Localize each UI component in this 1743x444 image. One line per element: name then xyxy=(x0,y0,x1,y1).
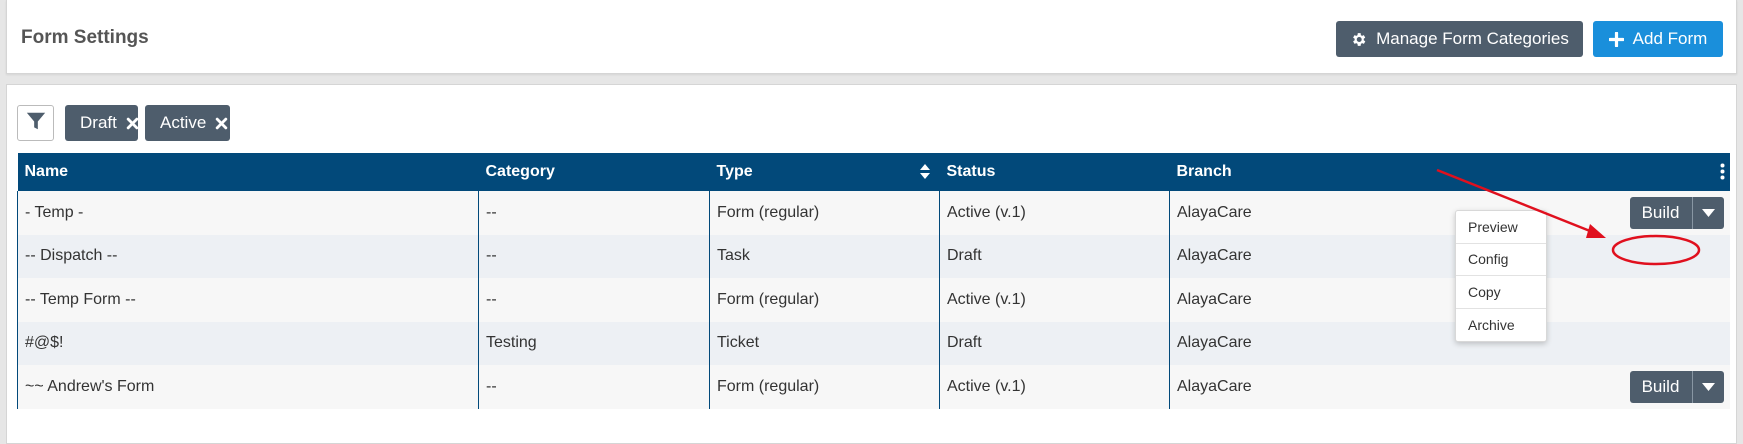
cell-branch-label: AlayaCare xyxy=(1177,377,1252,395)
cell-status: Active (v.1) xyxy=(939,191,1170,235)
filter-button[interactable] xyxy=(17,105,54,141)
cell-category: -- xyxy=(478,278,710,322)
build-split-button: Build xyxy=(1629,197,1724,229)
cell-name: -- Dispatch -- xyxy=(17,234,479,278)
manage-form-categories-label: Manage Form Categories xyxy=(1376,29,1569,48)
filter-chip-draft: Draft xyxy=(65,105,139,141)
menu-item-copy[interactable]: Copy xyxy=(1456,276,1546,309)
gear-icon xyxy=(1350,31,1367,48)
cell-type: Form (regular) xyxy=(709,191,940,235)
table-header-row: Name Category Type Status Branch xyxy=(17,153,1730,191)
cell-type: Form (regular) xyxy=(709,365,940,409)
funnel-icon xyxy=(25,110,47,137)
build-split-button: Build xyxy=(1629,371,1724,403)
cell-status: Active (v.1) xyxy=(939,278,1170,322)
column-header-category[interactable]: Category xyxy=(478,153,710,191)
column-header-status[interactable]: Status xyxy=(939,153,1170,191)
page-title: Form Settings xyxy=(21,27,149,48)
cell-branch-label: AlayaCare xyxy=(1177,203,1252,221)
cell-category: -- xyxy=(478,365,710,409)
sort-icon[interactable] xyxy=(919,164,930,184)
column-header-type[interactable]: Type xyxy=(709,153,940,191)
kebab-icon[interactable] xyxy=(1720,163,1725,185)
close-icon[interactable] xyxy=(126,117,139,130)
menu-item-archive[interactable]: Archive xyxy=(1456,309,1546,342)
cell-status: Draft xyxy=(939,321,1170,365)
column-header-branch[interactable]: Branch xyxy=(1169,153,1730,191)
cell-category: Testing xyxy=(478,321,710,365)
cell-name: ~~ Andrew's Form xyxy=(17,365,479,409)
cell-status: Active (v.1) xyxy=(939,365,1170,409)
cell-type: Ticket xyxy=(709,321,940,365)
cell-branch: AlayaCare xyxy=(1169,278,1730,322)
build-dropdown-menu: Preview Config Copy Archive xyxy=(1455,210,1547,342)
filter-chip-active: Active xyxy=(145,105,230,141)
add-form-button[interactable]: Add Form xyxy=(1593,21,1723,57)
caret-down-icon xyxy=(1701,378,1715,396)
menu-item-config[interactable]: Config xyxy=(1456,244,1546,276)
column-header-branch-label: Branch xyxy=(1176,163,1232,180)
menu-item-preview[interactable]: Preview xyxy=(1456,211,1546,244)
column-header-type-label: Type xyxy=(716,163,753,180)
cell-name: -- Temp Form -- xyxy=(17,278,479,322)
cell-category: -- xyxy=(478,234,710,278)
table-row[interactable]: ~~ Andrew's Form -- Form (regular) Activ… xyxy=(17,365,1730,409)
manage-form-categories-button[interactable]: Manage Form Categories xyxy=(1336,21,1583,57)
cell-name: - Temp - xyxy=(17,191,479,235)
filter-chip-label: Draft xyxy=(80,113,117,132)
cell-type: Form (regular) xyxy=(709,278,940,322)
cell-type: Task xyxy=(709,234,940,278)
cell-branch: AlayaCare xyxy=(1169,321,1730,365)
cell-branch: AlayaCare xyxy=(1169,234,1730,278)
close-icon[interactable] xyxy=(215,117,228,130)
header-bar: Form Settings Manage Form Categories Add… xyxy=(6,0,1737,74)
plus-icon xyxy=(1608,31,1624,47)
build-dropdown-toggle[interactable] xyxy=(1691,371,1724,403)
filter-chip-label: Active xyxy=(160,113,207,132)
cell-branch: AlayaCare Build xyxy=(1169,365,1730,409)
cell-status: Draft xyxy=(939,234,1170,278)
cell-branch: AlayaCare Build xyxy=(1169,191,1730,235)
cell-category: -- xyxy=(478,191,710,235)
build-button[interactable]: Build xyxy=(1629,197,1692,229)
column-header-name[interactable]: Name xyxy=(17,153,479,191)
build-button[interactable]: Build xyxy=(1629,371,1692,403)
caret-down-icon xyxy=(1701,204,1715,222)
add-form-label: Add Form xyxy=(1632,29,1708,48)
build-dropdown-toggle[interactable] xyxy=(1691,197,1724,229)
cell-name: #@$! xyxy=(17,321,479,365)
